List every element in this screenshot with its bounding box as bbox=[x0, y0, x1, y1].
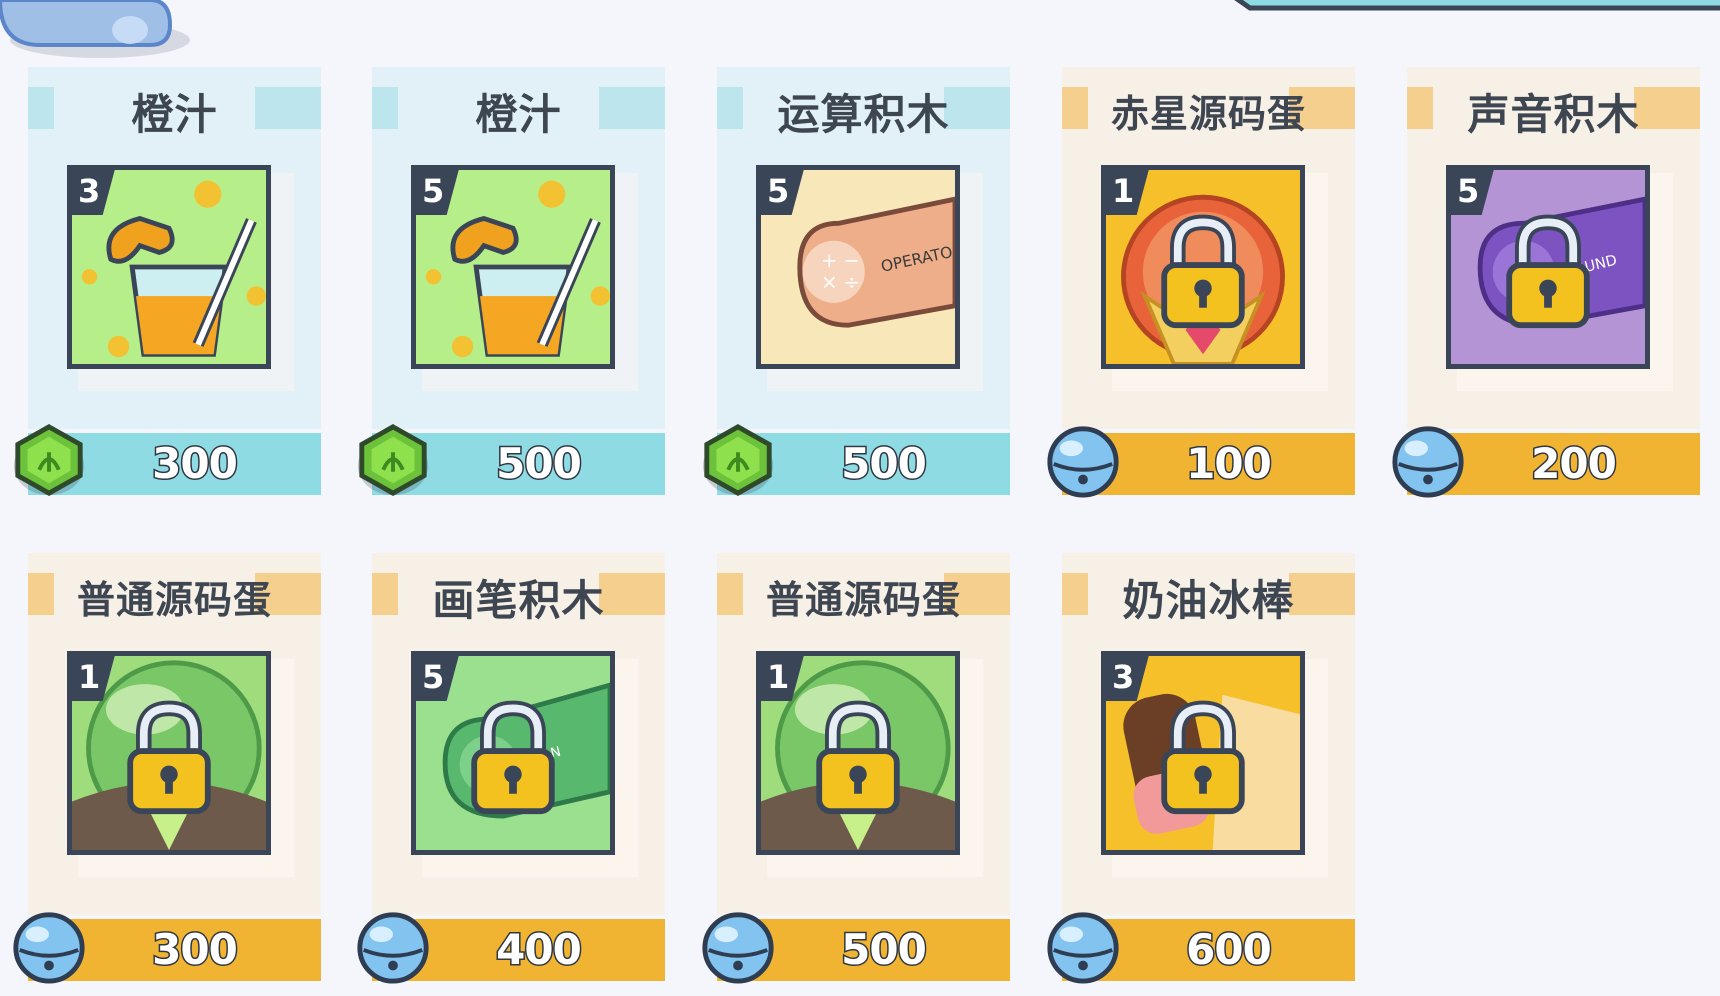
item-name: 普通源码蛋 bbox=[76, 578, 272, 622]
bell-icon bbox=[1392, 426, 1464, 498]
item-name: 画笔积木 bbox=[432, 576, 605, 625]
item-name: 普通源码蛋 bbox=[765, 578, 961, 622]
item-icon[interactable]: 3 bbox=[67, 165, 271, 369]
item-level: 5 bbox=[422, 658, 445, 696]
gem-icon bbox=[13, 424, 85, 496]
bell-icon bbox=[357, 912, 429, 984]
item-title-row: 普通源码蛋 bbox=[717, 573, 1010, 622]
shop-item-card[interactable]: 普通源码蛋 1 300 bbox=[13, 553, 321, 984]
item-name: 运算积木 bbox=[777, 90, 950, 139]
item-icon[interactable]: 3 bbox=[1101, 651, 1305, 855]
item-title-row: 橙汁 bbox=[28, 87, 321, 139]
item-price: 600 bbox=[1185, 924, 1274, 976]
shop-item-card[interactable]: 赤星源码蛋 1 100 bbox=[1047, 67, 1355, 498]
item-price: 500 bbox=[495, 438, 584, 490]
shop-item-card[interactable]: 声音积木 DUND 5 200 bbox=[1392, 67, 1700, 498]
mascot-base-decoration bbox=[0, 0, 190, 58]
item-icon[interactable]: 1 bbox=[756, 651, 960, 855]
shop-item-card[interactable]: 奶油冰棒 3 600 bbox=[1047, 553, 1355, 984]
svg-text:+ −: + − bbox=[821, 249, 860, 272]
item-price: 500 bbox=[840, 438, 929, 490]
item-title-row: 画笔积木 bbox=[372, 573, 665, 625]
item-price: 500 bbox=[840, 924, 929, 976]
item-level: 1 bbox=[78, 658, 101, 696]
item-level: 5 bbox=[767, 172, 790, 210]
gem-icon bbox=[702, 424, 774, 496]
item-name: 赤星源码蛋 bbox=[1110, 92, 1306, 136]
item-price: 300 bbox=[151, 438, 240, 490]
item-title-row: 赤星源码蛋 bbox=[1062, 87, 1355, 136]
item-name: 橙汁 bbox=[475, 90, 562, 139]
item-icon[interactable]: 1 bbox=[1101, 165, 1305, 369]
item-level: 1 bbox=[1112, 172, 1135, 210]
item-title-row: 橙汁 bbox=[372, 87, 665, 139]
item-name: 橙汁 bbox=[131, 90, 218, 139]
bell-icon bbox=[13, 912, 85, 984]
bell-icon bbox=[702, 912, 774, 984]
item-name: 奶油冰棒 bbox=[1122, 576, 1295, 625]
item-icon[interactable]: 5 bbox=[411, 165, 615, 369]
item-title-row: 运算积木 bbox=[717, 87, 1010, 139]
shop-item-card[interactable]: 橙汁 3 300 bbox=[13, 67, 321, 496]
item-icon[interactable]: DUND 5 bbox=[1446, 165, 1650, 369]
shop-item-card[interactable]: 运算积木 + − × ÷ OPERATO 5 500 bbox=[702, 67, 1010, 496]
item-title-row: 声音积木 bbox=[1407, 87, 1700, 139]
item-title-row: 奶油冰棒 bbox=[1062, 573, 1355, 625]
item-price: 300 bbox=[151, 924, 240, 976]
item-level: 5 bbox=[422, 172, 445, 210]
item-title-row: 普通源码蛋 bbox=[28, 573, 321, 622]
item-icon[interactable]: 1 bbox=[67, 651, 271, 855]
item-level: 3 bbox=[1112, 658, 1135, 696]
item-price: 100 bbox=[1185, 438, 1274, 490]
shop-item-card[interactable]: 橙汁 5 500 bbox=[357, 67, 665, 496]
item-level: 5 bbox=[1457, 172, 1480, 210]
bell-icon bbox=[1047, 426, 1119, 498]
bell-icon bbox=[1047, 912, 1119, 984]
top-panel-edge-decoration bbox=[1234, 0, 1720, 11]
item-level: 1 bbox=[767, 658, 790, 696]
svg-text:× ÷: × ÷ bbox=[821, 270, 860, 293]
shop-item-card[interactable]: 普通源码蛋 1 500 bbox=[702, 553, 1010, 984]
item-price: 200 bbox=[1530, 438, 1619, 490]
item-level: 3 bbox=[78, 172, 101, 210]
shop-item-card[interactable]: 画笔积木 N 5 400 bbox=[357, 553, 665, 984]
gem-icon bbox=[357, 424, 429, 496]
item-name: 声音积木 bbox=[1467, 90, 1640, 139]
item-price: 400 bbox=[495, 924, 584, 976]
item-icon[interactable]: + − × ÷ OPERATO 5 bbox=[756, 165, 960, 369]
item-icon[interactable]: N 5 bbox=[411, 651, 615, 855]
